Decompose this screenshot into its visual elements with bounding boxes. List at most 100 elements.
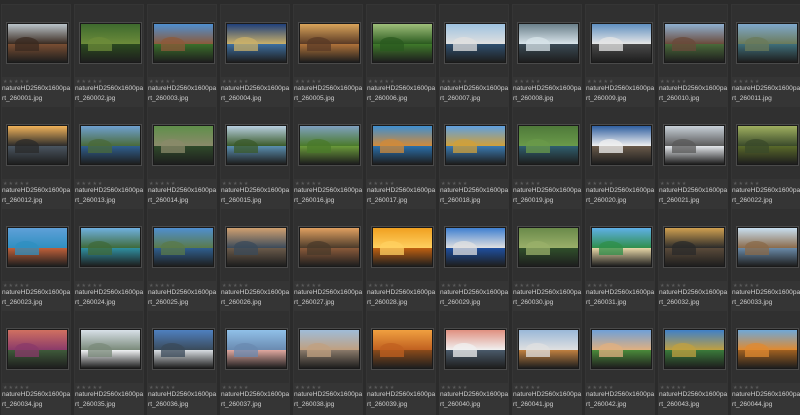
- photo-thumbnail[interactable]: [153, 329, 214, 369]
- photo-thumbnail[interactable]: [299, 23, 360, 63]
- photo-thumbnail[interactable]: [80, 23, 141, 63]
- thumbnail-cell[interactable]: ★★★★★ natureHD2560x1600part_260028.jpg: [366, 208, 436, 313]
- photo-thumbnail[interactable]: [591, 125, 652, 165]
- thumbnail-cell[interactable]: ★★★★★ natureHD2560x1600part_260004.jpg: [220, 4, 290, 109]
- thumbnail-feature: [161, 240, 185, 255]
- photo-thumbnail[interactable]: [372, 329, 433, 369]
- thumbnail-cell[interactable]: ★★★★★ natureHD2560x1600part_260032.jpg: [658, 208, 728, 313]
- thumbnail-cell[interactable]: ★★★★★ natureHD2560x1600part_260029.jpg: [439, 208, 509, 313]
- thumbnail-cell[interactable]: ★★★★★ natureHD2560x1600part_260013.jpg: [74, 106, 144, 211]
- thumbnail-cell[interactable]: ★★★★★ natureHD2560x1600part_260021.jpg: [658, 106, 728, 211]
- photo-thumbnail[interactable]: [226, 23, 287, 63]
- file-name: natureHD2560x1600part_260041.jpg: [513, 391, 582, 408]
- photo-thumbnail[interactable]: [664, 23, 725, 63]
- thumbnail-cell[interactable]: ★★★★★ natureHD2560x1600part_260042.jpg: [585, 310, 655, 415]
- thumbnail-cell[interactable]: ★★★★★ natureHD2560x1600part_260040.jpg: [439, 310, 509, 415]
- photo-thumbnail[interactable]: [737, 329, 798, 369]
- thumbnail-cell[interactable]: ★★★★★ natureHD2560x1600part_260039.jpg: [366, 310, 436, 415]
- photo-thumbnail[interactable]: [299, 125, 360, 165]
- thumbnail-cell[interactable]: ★★★★★ natureHD2560x1600part_260003.jpg: [147, 4, 217, 109]
- thumbnail-frame: [586, 5, 654, 77]
- thumbnail-cell[interactable]: ★★★★★ natureHD2560x1600part_260014.jpg: [147, 106, 217, 211]
- photo-thumbnail[interactable]: [299, 227, 360, 267]
- thumbnail-cell[interactable]: ★★★★★ natureHD2560x1600part_260010.jpg: [658, 4, 728, 109]
- thumbnail-feature: [88, 240, 112, 255]
- photo-thumbnail[interactable]: [737, 125, 798, 165]
- thumbnail-feature: [745, 342, 769, 357]
- photo-thumbnail[interactable]: [518, 329, 579, 369]
- photo-thumbnail[interactable]: [518, 227, 579, 267]
- photo-thumbnail[interactable]: [153, 125, 214, 165]
- photo-thumbnail[interactable]: [737, 23, 798, 63]
- thumbnail-cell[interactable]: ★★★★★ natureHD2560x1600part_260009.jpg: [585, 4, 655, 109]
- photo-thumbnail[interactable]: [226, 227, 287, 267]
- file-name: natureHD2560x1600part_260029.jpg: [440, 289, 509, 306]
- photo-thumbnail[interactable]: [299, 329, 360, 369]
- thumbnail-cell[interactable]: ★★★★★ natureHD2560x1600part_260006.jpg: [366, 4, 436, 109]
- photo-thumbnail[interactable]: [7, 329, 68, 369]
- file-name: natureHD2560x1600part_260021.jpg: [659, 187, 728, 204]
- thumbnail-cell[interactable]: ★★★★★ natureHD2560x1600part_260008.jpg: [512, 4, 582, 109]
- thumbnail-cell[interactable]: ★★★★★ natureHD2560x1600part_260043.jpg: [658, 310, 728, 415]
- thumbnail-cell[interactable]: ★★★★★ natureHD2560x1600part_260026.jpg: [220, 208, 290, 313]
- thumbnail-cell[interactable]: ★★★★★ natureHD2560x1600part_260015.jpg: [220, 106, 290, 211]
- thumbnail-cell[interactable]: ★★★★★ natureHD2560x1600part_260034.jpg: [1, 310, 71, 415]
- thumbnail-cell[interactable]: ★★★★★ natureHD2560x1600part_260023.jpg: [1, 208, 71, 313]
- photo-thumbnail[interactable]: [226, 329, 287, 369]
- photo-thumbnail[interactable]: [664, 227, 725, 267]
- photo-thumbnail[interactable]: [518, 23, 579, 63]
- thumbnail-cell[interactable]: ★★★★★ natureHD2560x1600part_260027.jpg: [293, 208, 363, 313]
- photo-thumbnail[interactable]: [591, 23, 652, 63]
- photo-thumbnail[interactable]: [153, 23, 214, 63]
- photo-thumbnail[interactable]: [445, 329, 506, 369]
- thumbnail-frame: [586, 209, 654, 281]
- thumbnail-cell[interactable]: ★★★★★ natureHD2560x1600part_260033.jpg: [731, 208, 800, 313]
- thumbnail-cell[interactable]: ★★★★★ natureHD2560x1600part_260035.jpg: [74, 310, 144, 415]
- photo-thumbnail[interactable]: [445, 23, 506, 63]
- thumbnail-cell[interactable]: ★★★★★ natureHD2560x1600part_260025.jpg: [147, 208, 217, 313]
- photo-thumbnail[interactable]: [80, 227, 141, 267]
- photo-thumbnail[interactable]: [518, 125, 579, 165]
- thumbnail-cell[interactable]: ★★★★★ natureHD2560x1600part_260036.jpg: [147, 310, 217, 415]
- thumbnail-cell[interactable]: ★★★★★ natureHD2560x1600part_260020.jpg: [585, 106, 655, 211]
- thumbnail-cell[interactable]: ★★★★★ natureHD2560x1600part_260031.jpg: [585, 208, 655, 313]
- thumbnail-cell[interactable]: ★★★★★ natureHD2560x1600part_260011.jpg: [731, 4, 800, 109]
- photo-thumbnail[interactable]: [7, 23, 68, 63]
- photo-thumbnail[interactable]: [80, 329, 141, 369]
- thumbnail-cell[interactable]: ★★★★★ natureHD2560x1600part_260019.jpg: [512, 106, 582, 211]
- photo-thumbnail[interactable]: [7, 227, 68, 267]
- photo-thumbnail[interactable]: [80, 125, 141, 165]
- thumbnail-cell[interactable]: ★★★★★ natureHD2560x1600part_260022.jpg: [731, 106, 800, 211]
- photo-thumbnail[interactable]: [591, 227, 652, 267]
- thumbnail-cell[interactable]: ★★★★★ natureHD2560x1600part_260041.jpg: [512, 310, 582, 415]
- photo-thumbnail[interactable]: [226, 125, 287, 165]
- thumbnail-cell[interactable]: ★★★★★ natureHD2560x1600part_260018.jpg: [439, 106, 509, 211]
- thumbnail-feature: [599, 240, 623, 255]
- thumbnail-cell[interactable]: ★★★★★ natureHD2560x1600part_260038.jpg: [293, 310, 363, 415]
- photo-thumbnail[interactable]: [737, 227, 798, 267]
- photo-thumbnail[interactable]: [153, 227, 214, 267]
- photo-thumbnail[interactable]: [664, 329, 725, 369]
- photo-thumbnail[interactable]: [591, 329, 652, 369]
- file-name: natureHD2560x1600part_260005.jpg: [294, 85, 363, 102]
- photo-thumbnail[interactable]: [664, 125, 725, 165]
- thumbnail-cell[interactable]: ★★★★★ natureHD2560x1600part_260005.jpg: [293, 4, 363, 109]
- photo-thumbnail[interactable]: [372, 227, 433, 267]
- photo-thumbnail[interactable]: [372, 125, 433, 165]
- thumbnail-cell[interactable]: ★★★★★ natureHD2560x1600part_260044.jpg: [731, 310, 800, 415]
- thumbnail-cell[interactable]: ★★★★★ natureHD2560x1600part_260002.jpg: [74, 4, 144, 109]
- thumbnail-feature: [15, 138, 39, 153]
- photo-thumbnail[interactable]: [445, 125, 506, 165]
- photo-thumbnail[interactable]: [7, 125, 68, 165]
- thumbnail-feature: [88, 342, 112, 357]
- thumbnail-cell[interactable]: ★★★★★ natureHD2560x1600part_260007.jpg: [439, 4, 509, 109]
- photo-thumbnail[interactable]: [372, 23, 433, 63]
- photo-thumbnail[interactable]: [445, 227, 506, 267]
- thumbnail-cell[interactable]: ★★★★★ natureHD2560x1600part_260024.jpg: [74, 208, 144, 313]
- thumbnail-cell[interactable]: ★★★★★ natureHD2560x1600part_260012.jpg: [1, 106, 71, 211]
- thumbnail-cell[interactable]: ★★★★★ natureHD2560x1600part_260016.jpg: [293, 106, 363, 211]
- thumbnail-cell[interactable]: ★★★★★ natureHD2560x1600part_260001.jpg: [1, 4, 71, 109]
- thumbnail-cell[interactable]: ★★★★★ natureHD2560x1600part_260017.jpg: [366, 106, 436, 211]
- thumbnail-cell[interactable]: ★★★★★ natureHD2560x1600part_260030.jpg: [512, 208, 582, 313]
- thumbnail-cell[interactable]: ★★★★★ natureHD2560x1600part_260037.jpg: [220, 310, 290, 415]
